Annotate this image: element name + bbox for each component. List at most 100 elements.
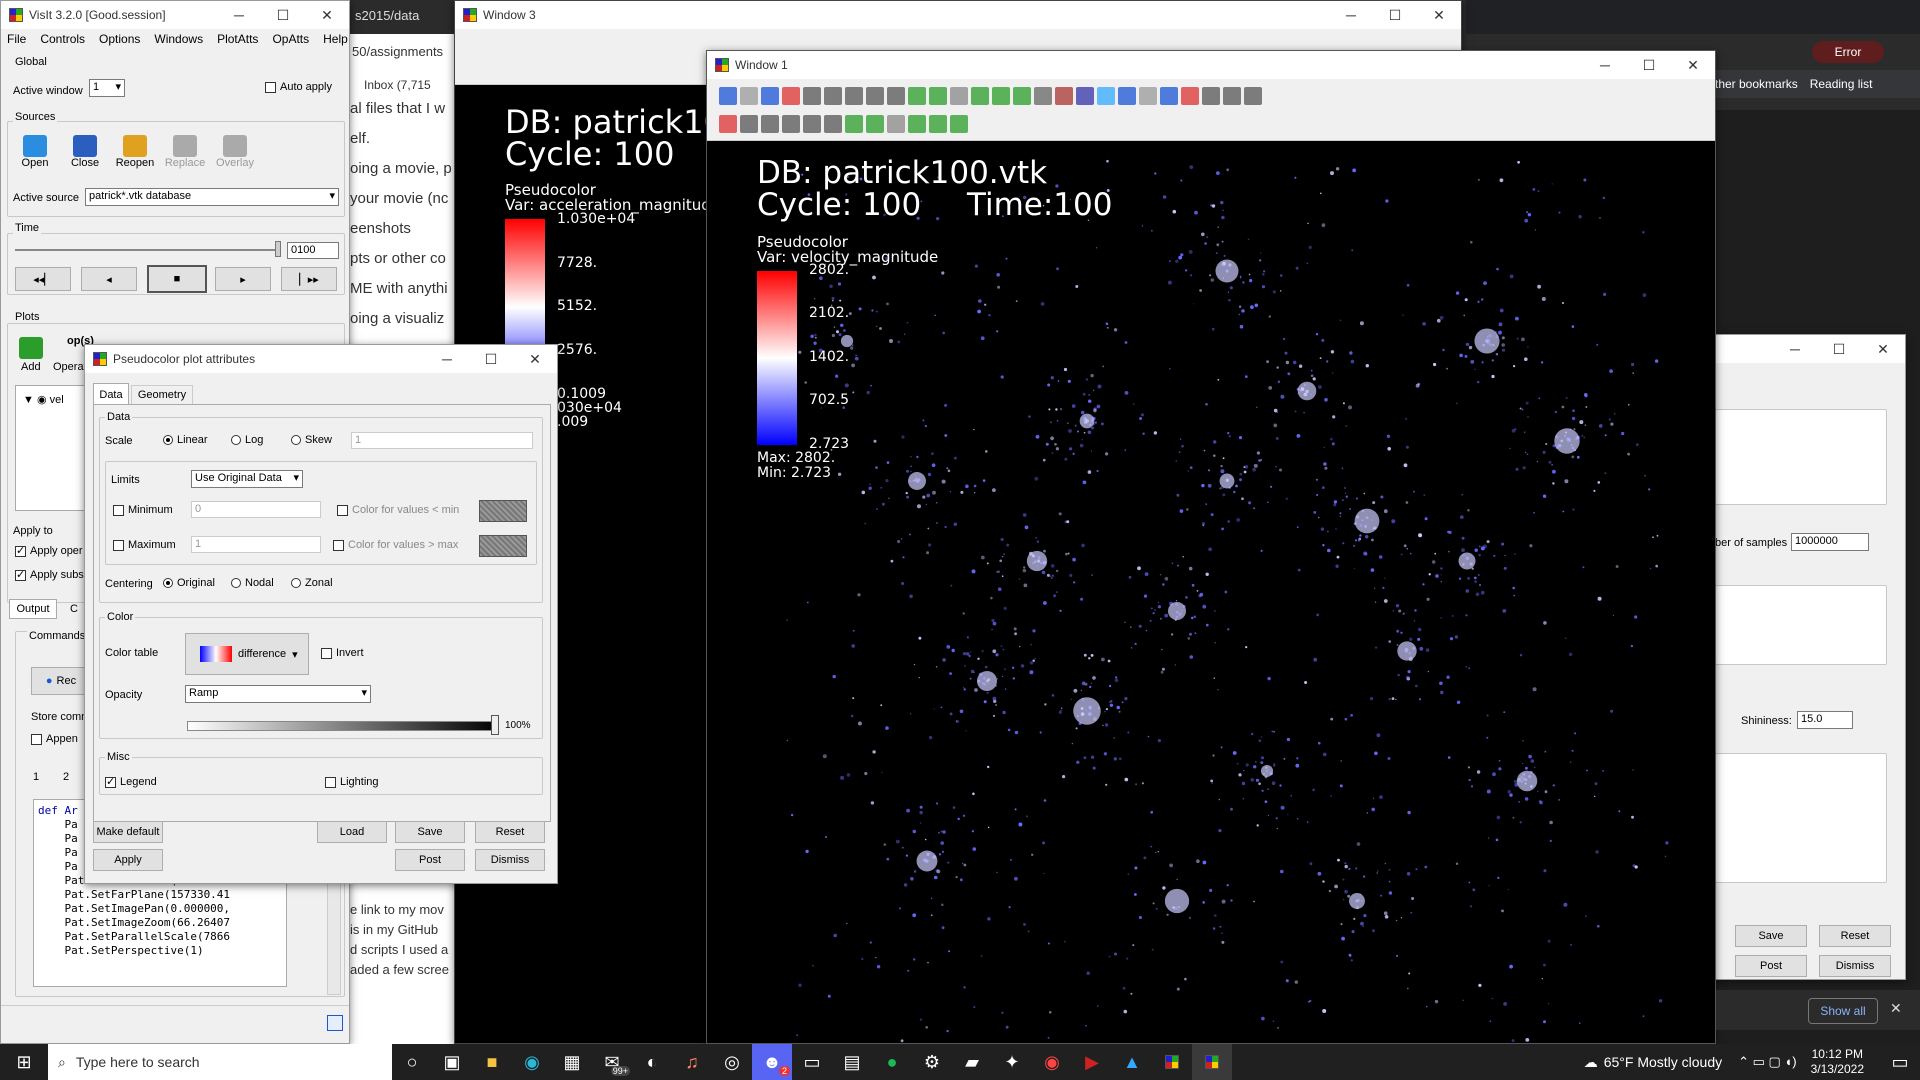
scale-log-radio[interactable]: Log [231, 434, 263, 446]
toolbar-tool-icon[interactable] [1013, 87, 1031, 105]
maximize-icon[interactable]: ☐ [261, 1, 305, 29]
close-icon[interactable]: ✕ [1861, 335, 1905, 363]
lighting-checkbox[interactable]: Lighting [325, 776, 379, 788]
auto-apply-box[interactable] [265, 81, 276, 93]
centering-zonal-radio[interactable]: Zonal [291, 577, 333, 589]
time-slider-handle[interactable] [275, 241, 281, 257]
tab-data[interactable]: Data [93, 383, 129, 405]
right-post-button[interactable]: Post [1735, 955, 1807, 977]
minimize-icon[interactable]: ─ [217, 1, 261, 29]
menu-file[interactable]: File [7, 32, 26, 46]
notification-icon[interactable]: ▭ [1880, 1044, 1920, 1080]
discord-icon[interactable]: ☻ 2 [752, 1044, 792, 1080]
time-slider[interactable] [15, 249, 281, 251]
clock[interactable]: 10:12 PM 3/13/2022 [1811, 1047, 1864, 1077]
right-save-button[interactable]: Save [1735, 925, 1807, 947]
toolbar-tool-icon[interactable] [1097, 87, 1115, 105]
mail-client-icon[interactable]: ✦ [992, 1044, 1032, 1080]
task-view-icon[interactable]: ▣ [432, 1044, 472, 1080]
toolbar-tool-icon[interactable] [845, 87, 863, 105]
apply-subsets-checkbox[interactable]: Apply subs [15, 568, 84, 581]
auto-apply-checkbox[interactable]: Auto apply [265, 81, 332, 93]
steam-icon[interactable]: ◎ [712, 1044, 752, 1080]
app-icon[interactable]: ◐ [632, 1044, 672, 1080]
code-tab-1[interactable]: 1 [33, 771, 39, 783]
edge-icon[interactable]: ◉ [512, 1044, 552, 1080]
tray-icons[interactable]: ⌃ ▭ ▢ ◖) [1738, 1054, 1796, 1070]
toolbar-tool-icon[interactable] [1076, 87, 1094, 105]
toolbar-tool-icon[interactable] [908, 87, 926, 105]
load-button[interactable]: Load [317, 821, 387, 843]
file-explorer-icon[interactable]: ■ [472, 1044, 512, 1080]
toolbar-tool-icon[interactable] [824, 87, 842, 105]
plot-item[interactable]: ▼ ◉ vel [23, 393, 64, 406]
add-plot-label[interactable]: Add [21, 361, 41, 373]
store-icon[interactable]: ▦ [552, 1044, 592, 1080]
dismiss-button[interactable]: Dismiss [475, 849, 545, 871]
window-icon[interactable]: ▤ [832, 1044, 872, 1080]
taskbar-search[interactable]: ⌕ Type here to search [48, 1044, 392, 1080]
toolbar-tool-icon[interactable] [1223, 87, 1241, 105]
stop-button[interactable]: ■ [147, 265, 207, 293]
centering-zonal-dot[interactable] [291, 578, 301, 589]
color-table-button[interactable]: difference ▾ [185, 633, 309, 675]
scale-skew-radio[interactable]: Skew [291, 434, 332, 446]
centering-original-dot[interactable] [163, 578, 173, 589]
toolbar-tool-icon[interactable] [719, 115, 737, 133]
scale-linear-radio[interactable]: Linear [163, 434, 208, 446]
toolbar-tool-icon[interactable] [887, 87, 905, 105]
show-all-button[interactable]: Show all [1808, 998, 1878, 1024]
add-plot-icon[interactable] [19, 337, 43, 359]
menu-controls[interactable]: Controls [40, 32, 85, 46]
toolbar-tool-icon[interactable] [908, 115, 926, 133]
toolbar-tool-icon[interactable] [782, 87, 800, 105]
source-close-button[interactable]: Close [65, 135, 105, 177]
legend-box[interactable] [105, 775, 116, 788]
minimum-box[interactable] [113, 504, 124, 516]
minimize-icon[interactable]: ─ [1329, 1, 1373, 29]
right-reset-button[interactable]: Reset [1819, 925, 1891, 947]
rewind-button[interactable]: ◂◂▏ [15, 267, 71, 291]
windows-start-icon[interactable]: ⊞ [0, 1044, 48, 1080]
toolbar-tool-icon[interactable] [803, 115, 821, 133]
color-min-swatch[interactable] [479, 500, 527, 522]
append-checkbox[interactable]: Appen [31, 733, 78, 745]
reset-button[interactable]: Reset [475, 821, 545, 843]
terminal-icon[interactable]: ▭ [792, 1044, 832, 1080]
centering-original-radio[interactable]: Original [163, 577, 215, 589]
maximize-icon[interactable]: ☐ [1627, 51, 1671, 79]
color-max-swatch[interactable] [479, 535, 527, 557]
toolbar-tool-icon[interactable] [887, 115, 905, 133]
source-overlay-button[interactable]: Overlay [215, 135, 255, 177]
apply-button[interactable]: Apply [93, 849, 163, 871]
color-min-checkbox[interactable]: Color for values < min [337, 504, 459, 516]
close-icon[interactable]: ✕ [1417, 1, 1461, 29]
opacity-select[interactable]: Ramp [185, 685, 371, 703]
toolbar-tool-icon[interactable] [929, 87, 947, 105]
samples-field[interactable]: 1000000 [1791, 533, 1869, 551]
toolbar-tool-icon[interactable] [1139, 87, 1157, 105]
particle-visualization[interactable] [707, 141, 1716, 1044]
close-icon[interactable]: ✕ [305, 1, 349, 29]
toolbar-tool-icon[interactable] [1034, 87, 1052, 105]
code-tab-2[interactable]: 2 [63, 771, 69, 783]
visit-taskbar-icon-active[interactable] [1192, 1044, 1232, 1080]
close-icon[interactable]: ✕ [1671, 51, 1715, 79]
menu-help[interactable]: Help [323, 32, 348, 46]
active-source-select[interactable]: patrick*.vtk database [85, 188, 339, 206]
spotify-icon[interactable]: ● [872, 1044, 912, 1080]
toolbar-tool-icon[interactable] [761, 115, 779, 133]
toolbar-tool-icon[interactable] [1202, 87, 1220, 105]
make-default-button[interactable]: Make default [93, 821, 163, 843]
centering-nodal-dot[interactable] [231, 578, 241, 589]
toolbar-tool-icon[interactable] [950, 115, 968, 133]
minimize-icon[interactable]: ─ [425, 345, 469, 373]
active-window-select[interactable]: 1 [89, 79, 125, 97]
toolbar-tool-icon[interactable] [1244, 87, 1262, 105]
apply-operators-box[interactable] [15, 544, 26, 557]
opacity-slider[interactable] [187, 721, 499, 731]
maximize-icon[interactable]: ☐ [1373, 1, 1417, 29]
menu-windows[interactable]: Windows [154, 32, 203, 46]
menu-plotatts[interactable]: PlotAtts [217, 32, 258, 46]
step-back-button[interactable]: ◂ [81, 267, 137, 291]
